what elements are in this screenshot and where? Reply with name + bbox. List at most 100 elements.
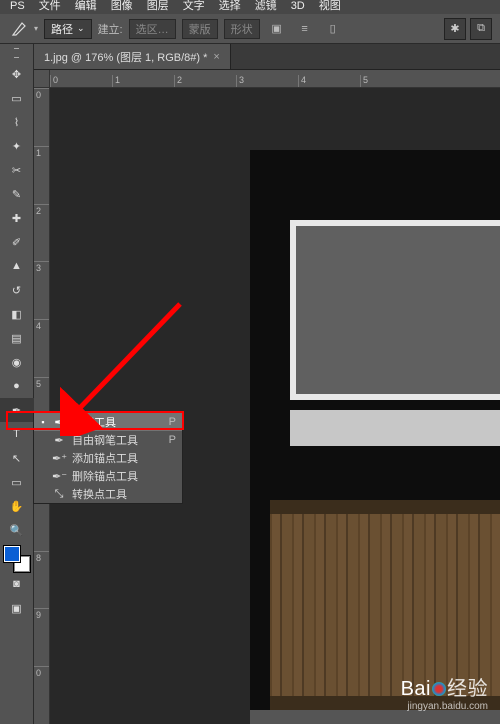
- ruler-horizontal[interactable]: 0 1 2 3 4 5: [50, 70, 500, 88]
- hand-tool[interactable]: ✋: [0, 494, 34, 518]
- document-tab[interactable]: 1.jpg @ 176% (图层 1, RGB/8#) * ×: [34, 44, 231, 69]
- canvas-billboard: [290, 220, 500, 400]
- gradient-tool[interactable]: ▤: [0, 326, 34, 350]
- menu-filter[interactable]: 滤镜: [255, 0, 277, 14]
- current-tool-icon[interactable]: [8, 18, 30, 40]
- canvas-floor: [250, 710, 500, 724]
- pen-tool-flyout: ▪✒钢笔工具P✒自由钢笔工具P✒⁺添加锚点工具✒⁻删除锚点工具⤡转换点工具: [33, 412, 183, 504]
- color-swatches[interactable]: [4, 546, 30, 572]
- menu-edit[interactable]: 编辑: [75, 0, 97, 14]
- type-tool[interactable]: T: [0, 422, 34, 446]
- pen-icon: ✒: [52, 434, 66, 447]
- pen-icon: ✒⁻: [52, 470, 66, 483]
- ruler-tick: 3: [34, 261, 49, 319]
- pen-icon: ✒: [52, 416, 66, 429]
- collapse-handle-icon[interactable]: [14, 48, 19, 58]
- flyout-item-label: 钢笔工具: [72, 414, 116, 430]
- watermark-brand-prefix: Bai: [401, 678, 431, 700]
- menu-3d[interactable]: 3D: [291, 0, 305, 14]
- ruler-tick: 5: [360, 75, 422, 87]
- pen-tool[interactable]: ✒: [0, 398, 34, 422]
- flyout-item[interactable]: ▪ ✒ 钢笔工具 P: [34, 413, 182, 431]
- watermark-brand: Bai 经验: [401, 672, 488, 701]
- ruler-tick: 0: [50, 75, 112, 87]
- menu-view[interactable]: 视图: [319, 0, 341, 14]
- arrange-icon[interactable]: ▯: [322, 18, 344, 40]
- menu-type[interactable]: 文字: [183, 0, 205, 14]
- menu-select[interactable]: 选择: [219, 0, 241, 14]
- menu-image[interactable]: 图像: [111, 0, 133, 14]
- marquee-tool[interactable]: ▭: [0, 86, 34, 110]
- close-tab-icon[interactable]: ×: [213, 51, 219, 63]
- gear-icon[interactable]: ✱: [444, 18, 466, 40]
- flyout-item[interactable]: ✒⁻ 删除锚点工具: [34, 467, 182, 485]
- canvas-viewport[interactable]: [50, 88, 500, 724]
- history-brush-tool[interactable]: ↺: [0, 278, 34, 302]
- path-ops-icon[interactable]: ▣: [266, 18, 288, 40]
- blur-tool[interactable]: ◉: [0, 350, 34, 374]
- eyedropper-tool[interactable]: ✎: [0, 182, 34, 206]
- flyout-item-label: 删除锚点工具: [72, 468, 138, 484]
- path-select-tool[interactable]: ↖: [0, 446, 34, 470]
- watermark: Bai 经验 jingyan.baidu.com: [401, 672, 488, 712]
- tool-preset-chevron-icon[interactable]: ▾: [34, 24, 38, 33]
- app-logo: PS: [10, 0, 25, 14]
- pen-icon: ⤡: [52, 488, 66, 501]
- baidu-paw-icon: [432, 682, 446, 696]
- healing-brush-tool[interactable]: ✚: [0, 206, 34, 230]
- chevron-down-icon: ⌄: [77, 23, 85, 34]
- ruler-tick: 0: [34, 88, 49, 146]
- build-label: 建立:: [98, 21, 123, 37]
- menu-file[interactable]: 文件: [39, 0, 61, 14]
- selected-dot-icon: ▪: [40, 417, 46, 427]
- clone-stamp-tool[interactable]: ▲: [0, 254, 34, 278]
- ruler-tick: 4: [298, 75, 360, 87]
- document-tab-title: 1.jpg @ 176% (图层 1, RGB/8#) *: [44, 49, 207, 65]
- menu-layer[interactable]: 图层: [147, 0, 169, 14]
- mode-dropdown[interactable]: 路径 ⌄: [44, 19, 92, 39]
- flyout-item[interactable]: ⤡ 转换点工具: [34, 485, 182, 503]
- ruler-tick: 1: [34, 146, 49, 204]
- watermark-url: jingyan.baidu.com: [401, 701, 488, 712]
- dodge-tool[interactable]: ●: [0, 374, 34, 398]
- watermark-brand-suffix: 经验: [447, 678, 488, 700]
- ruler-tick: 0: [34, 666, 49, 724]
- ruler-vertical[interactable]: 0 1 2 3 4 5 6 7 8 9 0: [34, 88, 50, 724]
- foreground-color-swatch[interactable]: [4, 546, 20, 562]
- magic-wand-tool[interactable]: ✦: [0, 134, 34, 158]
- flyout-item-shortcut: P: [169, 416, 176, 428]
- eraser-tool[interactable]: ◧: [0, 302, 34, 326]
- flyout-item[interactable]: ✒自由钢笔工具P: [34, 431, 182, 449]
- flyout-item-label: 转换点工具: [72, 486, 127, 502]
- ruler-tick: 3: [236, 75, 298, 87]
- quickmask-icon[interactable]: ◙: [0, 572, 34, 596]
- lasso-tool[interactable]: ⌇: [0, 110, 34, 134]
- mode-dropdown-label: 路径: [51, 21, 73, 37]
- flyout-item[interactable]: ✒⁺ 添加锚点工具: [34, 449, 182, 467]
- ruler-tick: 2: [34, 204, 49, 262]
- shape-tool[interactable]: ▭: [0, 470, 34, 494]
- canvas-textband: [290, 410, 500, 446]
- make-mask-button[interactable]: 蒙版: [182, 19, 218, 39]
- rubber-band-icon[interactable]: ⧉: [470, 18, 492, 40]
- ruler-tick: 4: [34, 319, 49, 377]
- flyout-item-label: 添加锚点工具: [72, 450, 138, 466]
- align-icon[interactable]: ≡: [294, 18, 316, 40]
- screenmode-icon[interactable]: ▣: [0, 596, 34, 620]
- ruler-tick: 1: [112, 75, 174, 87]
- options-bar: ▾ 路径 ⌄ 建立: 选区… 蒙版 形状 ▣ ≡ ▯ ✱ ⧉: [0, 14, 500, 44]
- menu-bar: PS 文件 编辑 图像 图层 文字 选择 滤镜 3D 视图: [0, 0, 500, 14]
- pen-icon: ✒⁺: [52, 452, 66, 465]
- brush-tool[interactable]: ✐: [0, 230, 34, 254]
- artboard: [250, 150, 500, 724]
- document-tab-bar: 1.jpg @ 176% (图层 1, RGB/8#) * ×: [34, 44, 500, 70]
- make-shape-button[interactable]: 形状: [224, 19, 260, 39]
- ruler-tick: 9: [34, 608, 49, 666]
- flyout-item-shortcut: P: [169, 434, 176, 446]
- ruler-origin[interactable]: [34, 70, 50, 88]
- crop-tool[interactable]: ✂: [0, 158, 34, 182]
- make-selection-button[interactable]: 选区…: [129, 19, 176, 39]
- move-tool[interactable]: ✥: [0, 62, 34, 86]
- zoom-tool[interactable]: 🔍: [0, 518, 34, 542]
- ruler-tick: 2: [174, 75, 236, 87]
